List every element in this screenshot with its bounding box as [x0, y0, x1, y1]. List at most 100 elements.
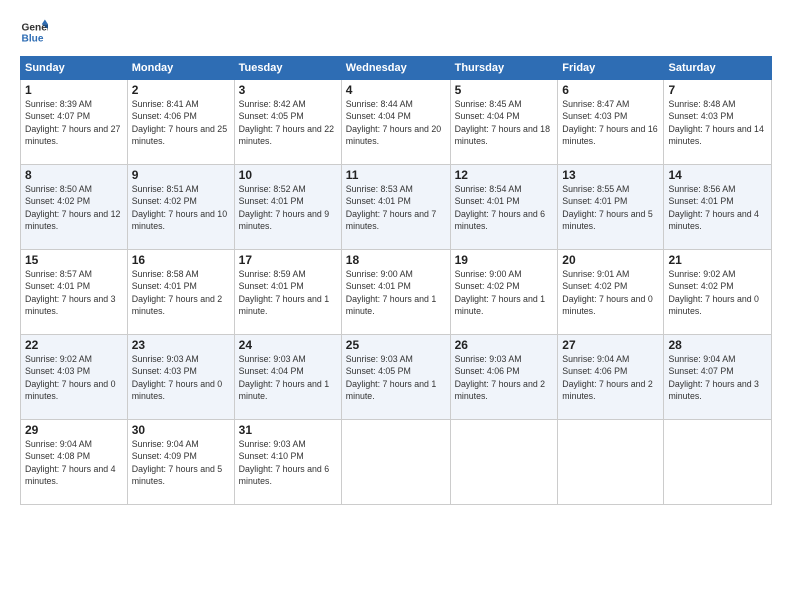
day-number: 12 — [455, 168, 554, 182]
day-info: Sunrise: 9:04 AMSunset: 4:09 PMDaylight:… — [132, 438, 230, 487]
day-info: Sunrise: 8:41 AMSunset: 4:06 PMDaylight:… — [132, 98, 230, 147]
calendar-cell: 12Sunrise: 8:54 AMSunset: 4:01 PMDayligh… — [450, 165, 558, 250]
calendar-cell: 26Sunrise: 9:03 AMSunset: 4:06 PMDayligh… — [450, 335, 558, 420]
day-info: Sunrise: 8:48 AMSunset: 4:03 PMDaylight:… — [668, 98, 767, 147]
day-number: 16 — [132, 253, 230, 267]
day-info: Sunrise: 8:56 AMSunset: 4:01 PMDaylight:… — [668, 183, 767, 232]
day-info: Sunrise: 8:39 AMSunset: 4:07 PMDaylight:… — [25, 98, 123, 147]
day-info: Sunrise: 9:04 AMSunset: 4:08 PMDaylight:… — [25, 438, 123, 487]
day-number: 19 — [455, 253, 554, 267]
day-info: Sunrise: 9:03 AMSunset: 4:03 PMDaylight:… — [132, 353, 230, 402]
logo: General Blue — [20, 18, 48, 46]
day-number: 8 — [25, 168, 123, 182]
calendar-cell: 15Sunrise: 8:57 AMSunset: 4:01 PMDayligh… — [21, 250, 128, 335]
day-number: 4 — [346, 83, 446, 97]
calendar-cell — [558, 420, 664, 505]
day-info: Sunrise: 9:03 AMSunset: 4:06 PMDaylight:… — [455, 353, 554, 402]
calendar-cell: 19Sunrise: 9:00 AMSunset: 4:02 PMDayligh… — [450, 250, 558, 335]
day-number: 17 — [239, 253, 337, 267]
day-info: Sunrise: 8:53 AMSunset: 4:01 PMDaylight:… — [346, 183, 446, 232]
day-info: Sunrise: 8:59 AMSunset: 4:01 PMDaylight:… — [239, 268, 337, 317]
header-cell-sunday: Sunday — [21, 57, 128, 80]
day-number: 20 — [562, 253, 659, 267]
calendar-table: SundayMondayTuesdayWednesdayThursdayFrid… — [20, 56, 772, 505]
svg-text:Blue: Blue — [22, 33, 44, 44]
header-cell-saturday: Saturday — [664, 57, 772, 80]
day-number: 7 — [668, 83, 767, 97]
day-info: Sunrise: 8:52 AMSunset: 4:01 PMDaylight:… — [239, 183, 337, 232]
page: General Blue SundayMondayTuesdayWednesda… — [0, 0, 792, 612]
calendar-cell: 6Sunrise: 8:47 AMSunset: 4:03 PMDaylight… — [558, 80, 664, 165]
day-number: 13 — [562, 168, 659, 182]
day-number: 1 — [25, 83, 123, 97]
calendar-cell: 25Sunrise: 9:03 AMSunset: 4:05 PMDayligh… — [341, 335, 450, 420]
day-info: Sunrise: 8:45 AMSunset: 4:04 PMDaylight:… — [455, 98, 554, 147]
header-cell-thursday: Thursday — [450, 57, 558, 80]
day-info: Sunrise: 9:04 AMSunset: 4:06 PMDaylight:… — [562, 353, 659, 402]
calendar-cell: 31Sunrise: 9:03 AMSunset: 4:10 PMDayligh… — [234, 420, 341, 505]
day-number: 2 — [132, 83, 230, 97]
day-info: Sunrise: 9:01 AMSunset: 4:02 PMDaylight:… — [562, 268, 659, 317]
calendar-cell: 8Sunrise: 8:50 AMSunset: 4:02 PMDaylight… — [21, 165, 128, 250]
calendar-cell: 17Sunrise: 8:59 AMSunset: 4:01 PMDayligh… — [234, 250, 341, 335]
day-info: Sunrise: 8:42 AMSunset: 4:05 PMDaylight:… — [239, 98, 337, 147]
calendar-cell: 23Sunrise: 9:03 AMSunset: 4:03 PMDayligh… — [127, 335, 234, 420]
day-info: Sunrise: 9:02 AMSunset: 4:02 PMDaylight:… — [668, 268, 767, 317]
week-row-2: 8Sunrise: 8:50 AMSunset: 4:02 PMDaylight… — [21, 165, 772, 250]
day-number: 18 — [346, 253, 446, 267]
day-number: 31 — [239, 423, 337, 437]
week-row-3: 15Sunrise: 8:57 AMSunset: 4:01 PMDayligh… — [21, 250, 772, 335]
day-info: Sunrise: 9:04 AMSunset: 4:07 PMDaylight:… — [668, 353, 767, 402]
day-info: Sunrise: 8:51 AMSunset: 4:02 PMDaylight:… — [132, 183, 230, 232]
week-row-5: 29Sunrise: 9:04 AMSunset: 4:08 PMDayligh… — [21, 420, 772, 505]
day-number: 30 — [132, 423, 230, 437]
header-cell-tuesday: Tuesday — [234, 57, 341, 80]
calendar-cell — [664, 420, 772, 505]
day-info: Sunrise: 8:55 AMSunset: 4:01 PMDaylight:… — [562, 183, 659, 232]
week-row-1: 1Sunrise: 8:39 AMSunset: 4:07 PMDaylight… — [21, 80, 772, 165]
day-number: 22 — [25, 338, 123, 352]
calendar-cell: 28Sunrise: 9:04 AMSunset: 4:07 PMDayligh… — [664, 335, 772, 420]
day-info: Sunrise: 9:00 AMSunset: 4:02 PMDaylight:… — [455, 268, 554, 317]
header-row: SundayMondayTuesdayWednesdayThursdayFrid… — [21, 57, 772, 80]
calendar-cell — [450, 420, 558, 505]
header-cell-wednesday: Wednesday — [341, 57, 450, 80]
day-number: 15 — [25, 253, 123, 267]
calendar-cell: 10Sunrise: 8:52 AMSunset: 4:01 PMDayligh… — [234, 165, 341, 250]
day-info: Sunrise: 9:03 AMSunset: 4:04 PMDaylight:… — [239, 353, 337, 402]
calendar-cell: 11Sunrise: 8:53 AMSunset: 4:01 PMDayligh… — [341, 165, 450, 250]
calendar-cell: 3Sunrise: 8:42 AMSunset: 4:05 PMDaylight… — [234, 80, 341, 165]
day-number: 14 — [668, 168, 767, 182]
calendar-cell: 18Sunrise: 9:00 AMSunset: 4:01 PMDayligh… — [341, 250, 450, 335]
calendar-cell: 14Sunrise: 8:56 AMSunset: 4:01 PMDayligh… — [664, 165, 772, 250]
calendar-cell: 4Sunrise: 8:44 AMSunset: 4:04 PMDaylight… — [341, 80, 450, 165]
day-number: 5 — [455, 83, 554, 97]
calendar-cell: 1Sunrise: 8:39 AMSunset: 4:07 PMDaylight… — [21, 80, 128, 165]
day-number: 10 — [239, 168, 337, 182]
day-number: 26 — [455, 338, 554, 352]
day-info: Sunrise: 9:03 AMSunset: 4:05 PMDaylight:… — [346, 353, 446, 402]
calendar-cell: 9Sunrise: 8:51 AMSunset: 4:02 PMDaylight… — [127, 165, 234, 250]
day-number: 24 — [239, 338, 337, 352]
day-info: Sunrise: 8:44 AMSunset: 4:04 PMDaylight:… — [346, 98, 446, 147]
day-number: 25 — [346, 338, 446, 352]
day-info: Sunrise: 8:58 AMSunset: 4:01 PMDaylight:… — [132, 268, 230, 317]
header-cell-monday: Monday — [127, 57, 234, 80]
header-cell-friday: Friday — [558, 57, 664, 80]
calendar-cell: 20Sunrise: 9:01 AMSunset: 4:02 PMDayligh… — [558, 250, 664, 335]
calendar-cell: 5Sunrise: 8:45 AMSunset: 4:04 PMDaylight… — [450, 80, 558, 165]
day-number: 23 — [132, 338, 230, 352]
day-info: Sunrise: 8:47 AMSunset: 4:03 PMDaylight:… — [562, 98, 659, 147]
day-info: Sunrise: 9:03 AMSunset: 4:10 PMDaylight:… — [239, 438, 337, 487]
calendar-cell: 22Sunrise: 9:02 AMSunset: 4:03 PMDayligh… — [21, 335, 128, 420]
day-info: Sunrise: 8:54 AMSunset: 4:01 PMDaylight:… — [455, 183, 554, 232]
day-info: Sunrise: 8:57 AMSunset: 4:01 PMDaylight:… — [25, 268, 123, 317]
day-number: 27 — [562, 338, 659, 352]
calendar-cell: 27Sunrise: 9:04 AMSunset: 4:06 PMDayligh… — [558, 335, 664, 420]
day-number: 28 — [668, 338, 767, 352]
calendar-cell: 16Sunrise: 8:58 AMSunset: 4:01 PMDayligh… — [127, 250, 234, 335]
calendar-cell: 24Sunrise: 9:03 AMSunset: 4:04 PMDayligh… — [234, 335, 341, 420]
calendar-cell: 2Sunrise: 8:41 AMSunset: 4:06 PMDaylight… — [127, 80, 234, 165]
calendar-cell: 13Sunrise: 8:55 AMSunset: 4:01 PMDayligh… — [558, 165, 664, 250]
calendar-cell: 21Sunrise: 9:02 AMSunset: 4:02 PMDayligh… — [664, 250, 772, 335]
